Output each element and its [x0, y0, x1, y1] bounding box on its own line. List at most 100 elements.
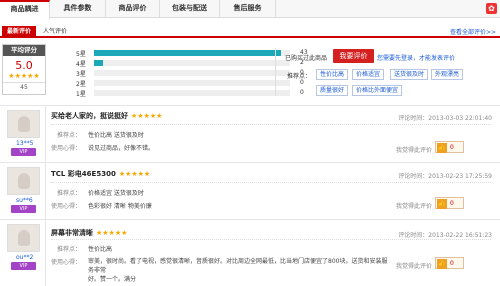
vip-badge: VIP	[11, 148, 36, 156]
login-required-link[interactable]: 您需要先登录，才能发表评价	[377, 53, 455, 62]
rating-bar	[94, 70, 290, 76]
rating-row: 2星 0	[76, 79, 304, 88]
rating-label: 3星	[76, 71, 86, 78]
rating-label: 5星	[76, 51, 86, 58]
experience-value-line2: 好。赞一个。满分	[88, 276, 137, 283]
recommend-value: 性价比高	[88, 246, 113, 253]
username[interactable]: 13**5	[16, 140, 33, 147]
helpful-count: 0	[450, 144, 454, 151]
tab-specs[interactable]: 具件参数	[50, 0, 106, 18]
recommend-label: 推荐点：	[287, 73, 312, 80]
divider	[51, 239, 491, 240]
review-title: 买给老人家的，挺说挺好 ★★★★★	[51, 111, 162, 121]
tab-reviews[interactable]: 商品评价	[106, 0, 160, 18]
tab-product-intro[interactable]: 商品耦进	[0, 0, 50, 19]
avatar	[7, 167, 40, 195]
review-title-text: 买给老人家的，挺说挺好	[51, 112, 128, 120]
rating-bar-fill	[94, 50, 282, 56]
average-score-stars: ★★★★★	[8, 72, 40, 80]
helpful-label: 我觉得此评价	[396, 203, 433, 210]
review-stars: ★★★★★	[96, 229, 128, 237]
rating-label: 4星	[76, 61, 86, 68]
divider	[275, 48, 276, 96]
tag-quality[interactable]: 质量很好	[316, 85, 349, 96]
bought-text: 已购买过此商品	[285, 55, 328, 62]
view-all-reviews-link[interactable]: 查看全部评价>>	[450, 27, 496, 36]
rating-row: 4星 2	[76, 59, 304, 68]
tab-latest-reviews[interactable]: 最新评价	[2, 26, 36, 38]
rating-bar	[94, 50, 290, 56]
review-title-text: 屏幕非常清晰	[51, 229, 93, 237]
thumbs-up-icon: 👍	[437, 143, 447, 153]
review-title: 屏幕非常清晰 ★★★★★	[51, 228, 127, 238]
recommend-value: 性价比高 送货很及时	[88, 132, 144, 139]
thumbs-up-icon: 👍	[437, 199, 447, 209]
review-item: 13**5 VIP 买给老人家的，挺说挺好 ★★★★★ 评论时间：2013-03-…	[0, 105, 500, 163]
divider	[51, 124, 491, 125]
write-review-button[interactable]: 我要评价	[333, 49, 374, 63]
divider	[51, 182, 491, 183]
tag-cheaper[interactable]: 价格比外面便宜	[352, 85, 403, 96]
average-score-panel: 平均评分 5.0 ★★★★★ 45	[2, 44, 46, 95]
rating-row: 1星 0	[76, 89, 304, 98]
review-title-text: TCL 彩电46E5300	[51, 170, 116, 178]
helpful-button[interactable]: 👍 0	[435, 141, 464, 153]
average-score-heading: 平均评分	[3, 45, 45, 56]
helpful-count: 0	[450, 200, 454, 207]
gift-icon[interactable]: ✿	[486, 3, 497, 14]
tag-fast-delivery[interactable]: 送货很及时	[390, 69, 429, 80]
tag-appearance[interactable]: 外观漂亮	[431, 69, 464, 80]
recommend-value: 价格适宜 送货很及时	[88, 190, 144, 197]
experience-value: 审美，很时尚。看了电视，感觉很清晰，音质很好。对比周边全网最低，比当地门店便宜了…	[88, 257, 388, 284]
review-time: 评论时间：2013-03-03 22:01:40	[398, 113, 492, 122]
review-time: 评论时间：2013-02-23 17:25:59	[398, 171, 492, 180]
review-time-value: 2013-03-03 22:01:40	[428, 115, 492, 122]
vip-badge: VIP	[11, 262, 36, 270]
thumbs-up-icon: 👍	[437, 259, 447, 269]
average-score-value: 5.0	[15, 59, 33, 72]
recommend-key: 推荐点：	[56, 246, 81, 253]
experience-key: 使用心得：	[50, 259, 81, 266]
review-stars: ★★★★★	[131, 112, 163, 120]
recommend-key: 推荐点：	[56, 132, 81, 139]
username[interactable]: su**6	[16, 197, 33, 204]
experience-value: 色彩很好 清晰 物美价廉	[88, 203, 152, 210]
review-count: 45	[3, 82, 45, 91]
tab-shipping[interactable]: 包装与配送	[160, 0, 220, 18]
review-subtabs: 最新评价 人气评价 查看全部评价>>	[0, 26, 500, 38]
avatar	[7, 224, 40, 252]
experience-value-line1: 审美，很时尚。看了电视，感觉很清晰，音质很好。对比周边全网最低，比当地门店便宜了…	[88, 258, 388, 274]
review-time-label: 评论时间：	[398, 173, 429, 180]
review-time-label: 评论时间：	[398, 232, 429, 239]
helpful-button[interactable]: 👍 0	[435, 197, 464, 209]
review-stars: ★★★★★	[118, 170, 151, 178]
helpful-label: 我觉得此评价	[396, 147, 433, 154]
tab-popular-reviews[interactable]: 人气评价	[38, 26, 72, 38]
review-title: TCL 彩电46E5300 ★★★★★	[51, 169, 150, 179]
username[interactable]: ou**2	[16, 254, 33, 261]
rating-row: 5星 43	[76, 49, 308, 58]
review-item: ou**2 VIP 屏幕非常清晰 ★★★★★ 评论时间：2013-02-22 16…	[0, 219, 500, 286]
experience-key: 使用心得：	[50, 145, 81, 152]
experience-key: 使用心得：	[50, 203, 81, 210]
review-time: 评论时间：2013-02-22 16:51:23	[398, 230, 492, 239]
rating-bar-fill	[94, 60, 103, 66]
rating-bar	[94, 90, 290, 96]
rating-count: 0	[300, 79, 304, 86]
helpful-label: 我觉得此评价	[396, 263, 433, 270]
rating-label: 1星	[76, 91, 86, 98]
rating-count: 0	[300, 89, 304, 96]
helpful-count: 0	[450, 260, 454, 267]
avatar	[7, 110, 40, 138]
tab-after-sales[interactable]: 售后服务	[220, 0, 276, 18]
recommend-key: 推荐点：	[56, 190, 81, 197]
helpful-button[interactable]: 👍 0	[435, 257, 464, 269]
tab-bar: 商品耦进 具件参数 商品评价 包装与配送 售后服务 ✿	[0, 0, 500, 19]
experience-value: 说见过商品，好像不错。	[88, 145, 155, 152]
rating-bar	[94, 80, 290, 86]
rating-bar	[94, 60, 290, 66]
tag-price[interactable]: 价格适宜	[352, 69, 385, 80]
tag-value[interactable]: 性价比高	[316, 69, 349, 80]
review-time-label: 评论时间：	[398, 115, 429, 122]
review-time-value: 2013-02-22 16:51:23	[428, 232, 492, 239]
